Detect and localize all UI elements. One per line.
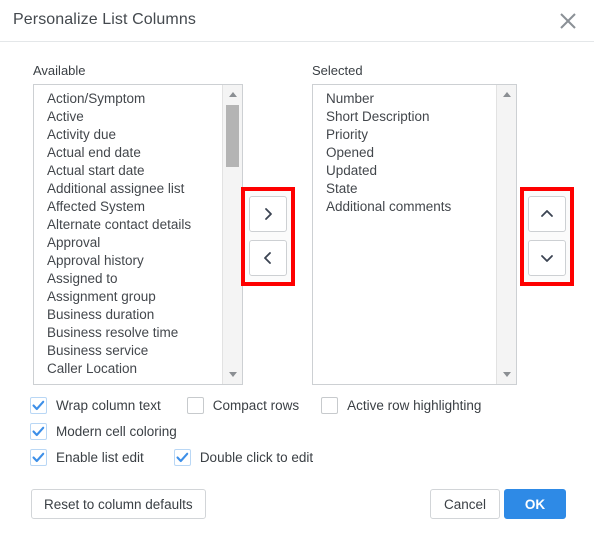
checkbox-label: Double click to edit (199, 450, 314, 465)
list-item[interactable]: Activity due (34, 126, 221, 144)
available-scrollbar[interactable] (222, 85, 242, 384)
list-item[interactable]: Additional assignee list (34, 180, 221, 198)
remove-column-button[interactable] (249, 240, 287, 276)
checkbox-label: Enable list edit (56, 450, 144, 465)
selected-list-items[interactable]: Number Short Description Priority Opened Upd… (313, 90, 495, 216)
dialog-titlebar: Personalize List Columns (0, 0, 594, 42)
list-item[interactable]: Approval history (34, 252, 221, 270)
list-item[interactable]: Affected System (34, 198, 221, 216)
triangle-up-icon[interactable] (497, 86, 516, 103)
list-item[interactable]: Actual end date (34, 144, 221, 162)
list-item[interactable]: Active (34, 108, 221, 126)
move-buttons-highlight (241, 187, 295, 286)
available-list-items[interactable]: Action/Symptom Active Activity due Actual e… (34, 90, 221, 378)
available-list-label: Available (33, 63, 86, 78)
checkbox-label: Wrap column text (56, 398, 161, 413)
move-up-button[interactable] (528, 196, 566, 232)
move-down-button[interactable] (528, 240, 566, 276)
checkbox-option[interactable]: Double click to edit (173, 449, 314, 466)
ok-button[interactable]: OK (504, 489, 566, 519)
checkbox-label: Compact rows (212, 398, 300, 413)
chevron-left-icon (261, 251, 275, 265)
page-title: Personalize List Columns (13, 11, 196, 28)
options-row-3: Enable list edit Double click to edit (30, 449, 313, 467)
list-item[interactable]: Priority (313, 126, 495, 144)
checkbox-label: Modern cell coloring (56, 424, 177, 439)
list-item[interactable]: Opened (313, 144, 495, 162)
list-item[interactable]: Assignment group (34, 288, 221, 306)
options-row-2: Modern cell coloring (30, 423, 177, 441)
list-item[interactable]: Assigned to (34, 270, 221, 288)
list-item[interactable]: Actual start date (34, 162, 221, 180)
checkbox-option[interactable]: Compact rows (186, 397, 300, 414)
available-scrollbar-thumb[interactable] (226, 105, 239, 167)
list-item[interactable]: Approval (34, 234, 221, 252)
list-item[interactable]: Additional comments (313, 198, 495, 216)
list-item[interactable]: Short Description (313, 108, 495, 126)
list-item[interactable]: Business duration (34, 306, 221, 324)
checkbox-option[interactable]: Modern cell coloring (30, 423, 177, 440)
chevron-down-icon (539, 251, 555, 265)
chevron-up-icon (539, 207, 555, 221)
list-item[interactable]: Action/Symptom (34, 90, 221, 108)
checkbox-checked-icon[interactable] (30, 449, 47, 466)
list-item[interactable]: Alternate contact details (34, 216, 221, 234)
checkbox-checked-icon[interactable] (173, 449, 191, 466)
triangle-up-icon[interactable] (223, 86, 242, 103)
checkbox-checked-icon[interactable] (30, 397, 47, 414)
reset-to-column-defaults-button[interactable]: Reset to column defaults (31, 489, 206, 519)
cancel-button[interactable]: Cancel (430, 489, 500, 519)
list-item[interactable]: Caller Location (34, 360, 221, 378)
add-column-button[interactable] (249, 196, 287, 232)
list-item[interactable]: State (313, 180, 495, 198)
list-item[interactable]: Number (313, 90, 495, 108)
checkbox-checked-icon[interactable] (30, 423, 47, 440)
close-icon[interactable] (552, 5, 584, 37)
checkbox-unchecked-icon[interactable] (321, 397, 339, 414)
order-buttons-highlight (520, 187, 574, 286)
selected-list-label: Selected (312, 63, 363, 78)
checkbox-label: Active row highlighting (347, 398, 482, 413)
available-listbox[interactable]: Action/Symptom Active Activity due Actual e… (33, 84, 243, 385)
list-item[interactable]: Updated (313, 162, 495, 180)
list-item[interactable]: Business resolve time (34, 324, 221, 342)
options-row-1: Wrap column text Compact rows Active row h… (30, 397, 481, 415)
chevron-right-icon (261, 207, 275, 221)
checkbox-unchecked-icon[interactable] (186, 397, 204, 414)
selected-scrollbar[interactable] (496, 85, 516, 384)
list-item[interactable]: Business service (34, 342, 221, 360)
checkbox-option[interactable]: Wrap column text (30, 397, 161, 414)
checkbox-option[interactable]: Active row highlighting (321, 397, 481, 414)
selected-listbox[interactable]: Number Short Description Priority Opened Upd… (312, 84, 517, 385)
triangle-down-icon[interactable] (223, 366, 242, 383)
checkbox-option[interactable]: Enable list edit (30, 449, 144, 466)
triangle-down-icon[interactable] (497, 366, 516, 383)
